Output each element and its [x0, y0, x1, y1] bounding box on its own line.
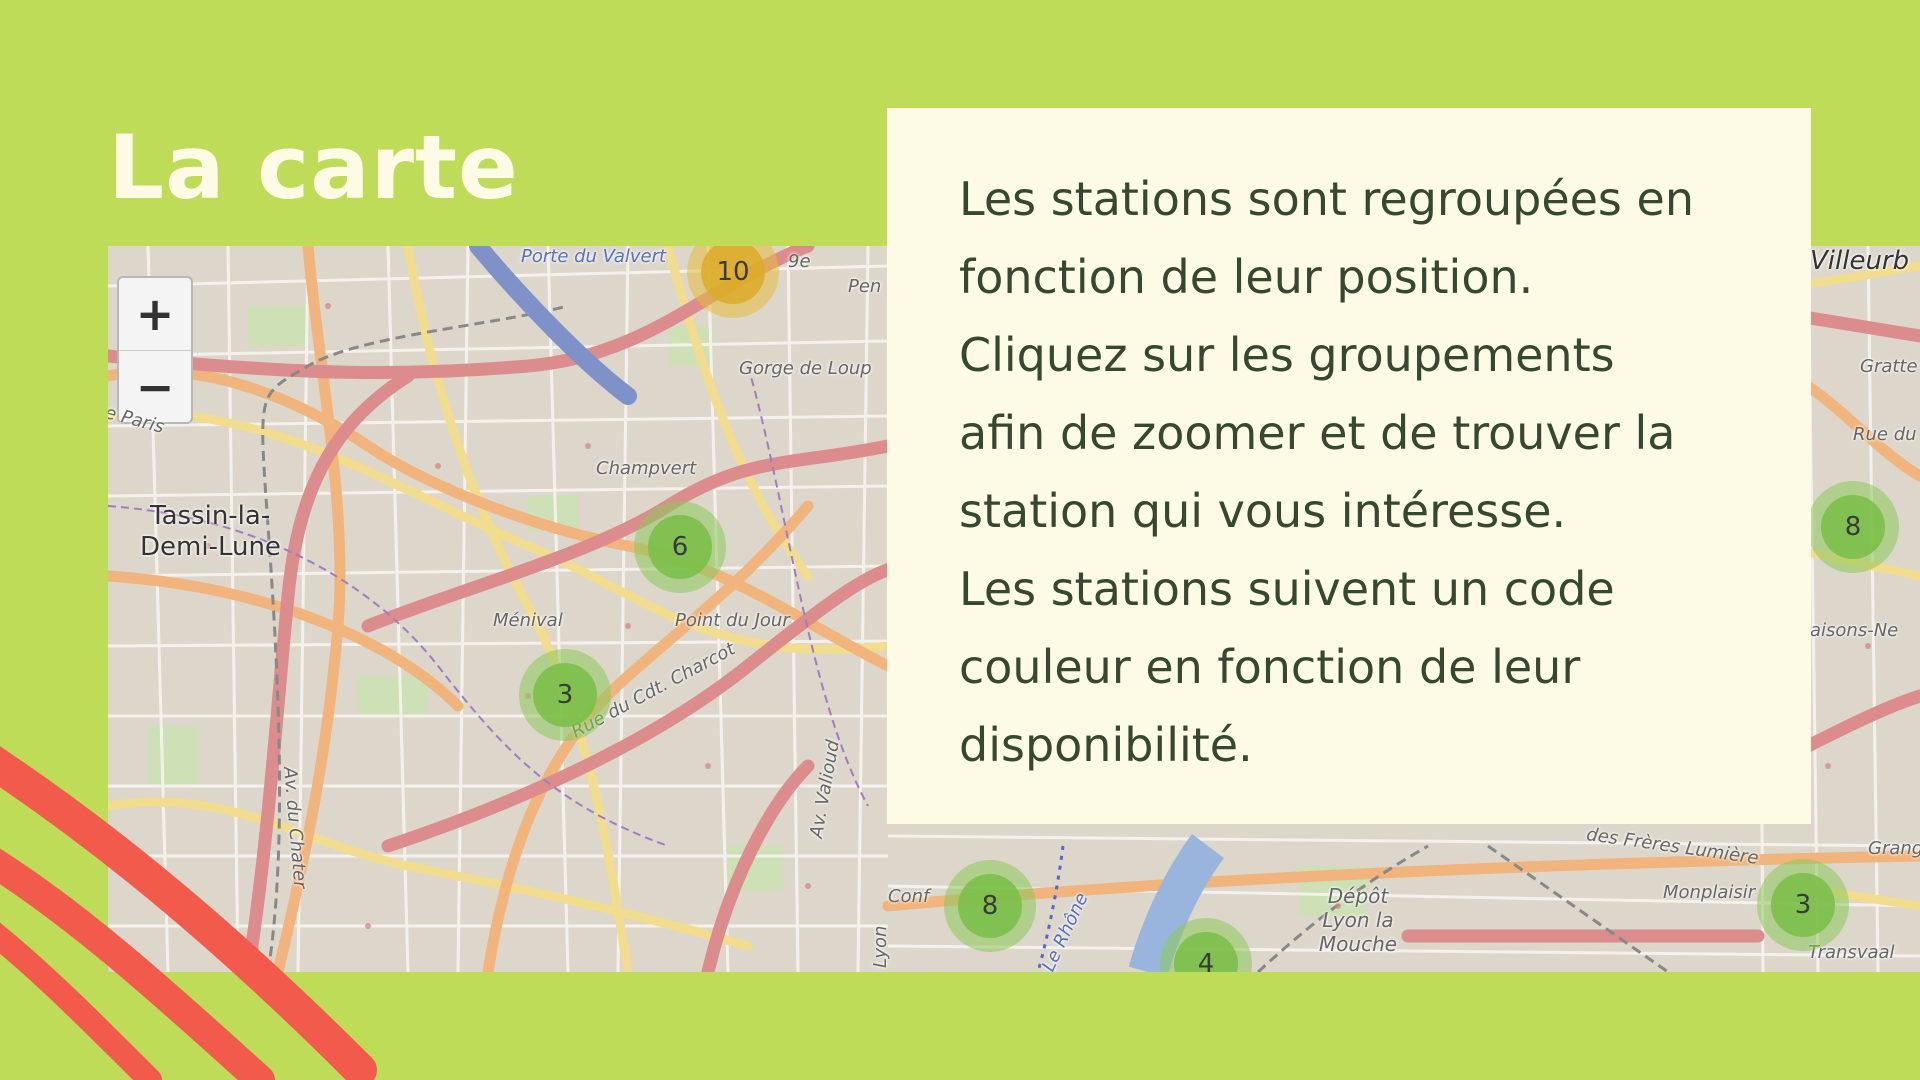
place-label-grange: Grange — [1868, 838, 1920, 859]
cluster-count: 8 — [958, 874, 1022, 938]
place-label-monplaisir: Monplaisir — [1663, 882, 1756, 903]
place-label-lyon: Lyon — [870, 925, 891, 968]
info-line: Cliquez sur les groupements — [959, 328, 1615, 382]
info-line: station qui vous intéresse. — [959, 484, 1567, 538]
place-label-gratte: Gratte — [1860, 356, 1918, 377]
station-cluster[interactable]: 8 — [944, 860, 1036, 952]
place-label-conf: Conf — [888, 886, 930, 907]
brush-stroke-decoration — [0, 746, 377, 1080]
info-line: fonction de leur position. — [959, 250, 1534, 304]
page-title: La carte — [108, 116, 519, 219]
station-cluster[interactable]: 8 — [1807, 481, 1899, 573]
cluster-count: 3 — [533, 663, 597, 727]
cluster-count: 8 — [1821, 495, 1885, 559]
zoom-in-button[interactable]: + — [119, 278, 191, 351]
place-label-menival: Ménival — [493, 610, 563, 631]
cluster-count: 6 — [648, 515, 712, 579]
place-label-gorge-de-loup: Gorge de Loup — [739, 358, 872, 379]
cluster-count: 4 — [1174, 932, 1238, 972]
place-label-depot-lyon: Dépôt Lyon la Mouche — [1318, 884, 1398, 956]
info-line: couleur en fonction de leur — [959, 640, 1581, 694]
station-cluster[interactable]: 3 — [1757, 859, 1849, 951]
place-label-demi-lune: Demi-Lune — [140, 532, 281, 562]
info-line: Les stations suivent un code — [959, 562, 1615, 616]
zoom-control: + − — [117, 276, 193, 424]
info-line: afin de zoomer et de trouver la — [959, 406, 1676, 460]
info-line: disponibilité. — [959, 718, 1253, 772]
place-label-porte-du-valvert: Porte du Valvert — [521, 246, 667, 267]
cluster-count: 3 — [1771, 873, 1835, 937]
place-label-rue-du: Rue du — [1853, 424, 1917, 445]
place-label-champvert: Champvert — [596, 458, 697, 479]
place-label-villeurbanne: Villeurb — [1810, 246, 1910, 276]
place-label-maisons-neuves: aisons-Ne — [1810, 620, 1899, 641]
place-label-pen: Pen — [848, 276, 882, 297]
info-line: Les stations sont regroupées en — [959, 172, 1694, 226]
info-panel: Les stations sont regroupées en fonction… — [887, 108, 1811, 824]
place-label-tassin: Tassin-la- — [150, 501, 271, 531]
place-label-point-du-jour: Point du Jour — [675, 610, 790, 631]
station-cluster[interactable]: 3 — [519, 649, 611, 741]
place-label-ninth: 9e — [788, 251, 811, 272]
cluster-count: 10 — [701, 246, 765, 304]
station-cluster[interactable]: 6 — [634, 501, 726, 593]
